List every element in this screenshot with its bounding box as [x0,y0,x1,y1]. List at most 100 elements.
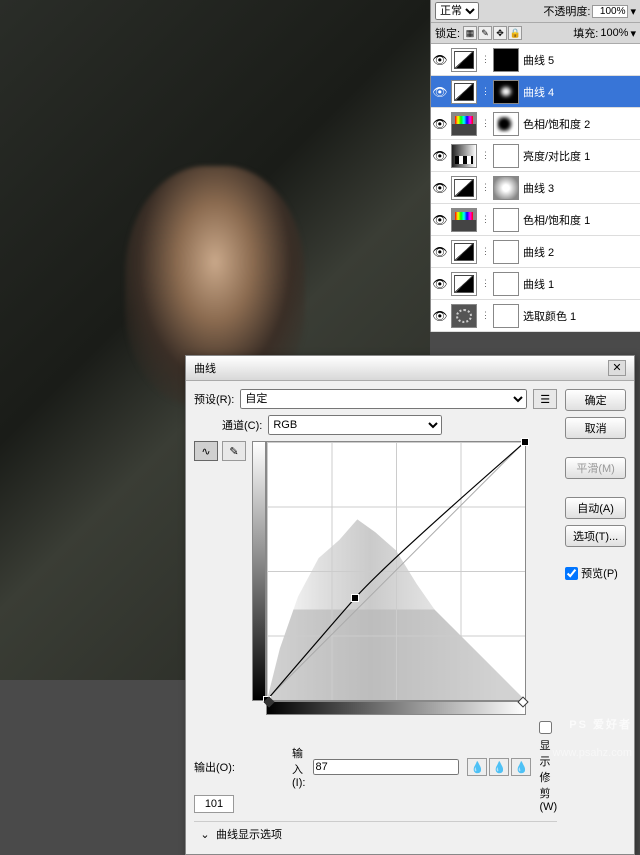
layer-row[interactable]: 👁 ⋮ 亮度/对比度 1 [431,140,640,172]
auto-button[interactable]: 自动(A) [565,497,626,519]
pencil-tool-icon[interactable]: ✎ [222,441,246,461]
fill-value[interactable]: 100% [600,27,628,39]
chevron-down-icon[interactable]: ▾ [630,5,636,18]
curve-point-selected[interactable] [351,594,359,602]
layer-name: 曲线 2 [523,244,554,260]
adjustment-thumb[interactable] [451,80,477,104]
layer-row[interactable]: 👁 ⋮ 色相/饱和度 1 [431,204,640,236]
preset-menu-icon[interactable]: ☰ [533,389,557,409]
show-clipping-checkbox[interactable]: 显示修剪(W) [539,721,557,813]
link-icon: ⋮ [481,150,489,161]
opacity-value[interactable]: 100% [592,5,628,18]
visibility-icon[interactable]: 👁 [433,85,447,99]
output-gradient [252,441,266,701]
layer-mask-thumb[interactable] [493,48,519,72]
layer-name: 曲线 5 [523,52,554,68]
curve-line [267,442,525,700]
eyedropper-black-icon[interactable]: 💧 [467,758,487,776]
output-label: 输出(O): [194,759,235,775]
adjustment-thumb[interactable] [451,144,477,168]
input-label: 输入(I): [292,745,305,789]
channel-label: 通道(C): [222,417,262,433]
lock-position-icon[interactable]: ✥ [493,26,507,40]
link-icon: ⋮ [481,182,489,193]
visibility-icon[interactable]: 👁 [433,213,447,227]
chevron-down-icon: ⌄ [198,827,212,841]
layer-mask-thumb[interactable] [493,112,519,136]
lock-transparency-icon[interactable]: ▦ [463,26,477,40]
layer-name: 选取颜色 1 [523,308,576,324]
dialog-titlebar[interactable]: 曲线 ✕ [186,356,634,381]
preset-select[interactable]: 自定 [240,389,527,409]
visibility-icon[interactable]: 👁 [433,309,447,323]
adjustment-thumb[interactable] [451,208,477,232]
dialog-title: 曲线 [194,360,216,376]
layer-row[interactable]: 👁 ⋮ 曲线 2 [431,236,640,268]
adjustment-thumb[interactable] [451,48,477,72]
visibility-icon[interactable]: 👁 [433,181,447,195]
layer-name: 曲线 3 [523,180,554,196]
link-icon: ⋮ [481,246,489,257]
visibility-icon[interactable]: 👁 [433,117,447,131]
visibility-icon[interactable]: 👁 [433,53,447,67]
cancel-button[interactable]: 取消 [565,417,626,439]
preview-checkbox[interactable]: 预览(P) [565,565,626,581]
layer-mask-thumb[interactable] [493,144,519,168]
lock-label: 锁定: [435,25,460,41]
layer-name: 色相/饱和度 1 [523,212,590,228]
layer-list: 👁⋮曲线 5👁⋮曲线 4👁⋮色相/饱和度 2👁⋮亮度/对比度 1👁⋮曲线 3👁⋮… [431,44,640,332]
layer-row[interactable]: 👁 ⋮ 曲线 1 [431,268,640,300]
adjustment-thumb[interactable] [451,112,477,136]
close-icon[interactable]: ✕ [608,360,626,376]
layer-name: 曲线 1 [523,276,554,292]
layer-mask-thumb[interactable] [493,272,519,296]
ok-button[interactable]: 确定 [565,389,626,411]
layer-name: 亮度/对比度 1 [523,148,590,164]
visibility-icon[interactable]: 👁 [433,149,447,163]
layer-row[interactable]: 👁⋮曲线 4 [431,76,640,108]
link-icon: ⋮ [481,118,489,129]
curve-point[interactable] [521,438,529,446]
lock-row: 锁定: ▦ ✎ ✥ 🔒 填充: 100% ▾ [431,23,640,44]
output-input[interactable] [194,795,234,813]
watermark-brand: PS 爱好者 [569,712,632,733]
lock-paint-icon[interactable]: ✎ [478,26,492,40]
curve-graph[interactable] [266,441,526,701]
channel-select[interactable]: RGB [268,415,442,435]
adjustment-thumb[interactable] [451,240,477,264]
opacity-label: 不透明度: [543,3,590,19]
layer-row[interactable]: 👁 ⋮ 曲线 3 [431,172,640,204]
eyedropper-gray-icon[interactable]: 💧 [489,758,509,776]
layer-mask-thumb[interactable] [493,176,519,200]
input-input[interactable] [313,759,459,775]
curve-display-options[interactable]: ⌄ 曲线显示选项 [194,821,557,846]
link-icon: ⋮ [481,214,489,225]
link-icon: ⋮ [481,278,489,289]
curves-dialog: 曲线 ✕ 预设(R): 自定 ☰ 通道(C): RGB ∿ ✎ [185,355,635,855]
blend-mode-select[interactable]: 正常 [435,2,479,20]
layers-panel: 正常 不透明度: 100% ▾ 锁定: ▦ ✎ ✥ 🔒 填充: 100% ▾ 👁… [430,0,640,332]
layer-mask-thumb[interactable] [493,304,519,328]
lock-all-icon[interactable]: 🔒 [508,26,522,40]
smooth-button: 平滑(M) [565,457,626,479]
preset-label: 预设(R): [194,391,234,407]
adjustment-thumb[interactable] [451,272,477,296]
layer-row[interactable]: 👁⋮曲线 5 [431,44,640,76]
visibility-icon[interactable]: 👁 [433,277,447,291]
layer-row[interactable]: 👁 ⋮ 色相/饱和度 2 [431,108,640,140]
adjustment-thumb[interactable] [451,176,477,200]
curve-tool-icon[interactable]: ∿ [194,441,218,461]
chevron-down-icon[interactable]: ▾ [630,27,636,40]
layer-mask-thumb[interactable] [493,208,519,232]
layer-row[interactable]: 👁 ⋮ 选取颜色 1 [431,300,640,332]
options-button[interactable]: 选项(T)... [565,525,626,547]
adjustment-thumb[interactable] [451,304,477,328]
layer-mask-thumb[interactable] [493,80,519,104]
visibility-icon[interactable]: 👁 [433,245,447,259]
layer-name: 曲线 4 [523,84,554,100]
layer-name: 色相/饱和度 2 [523,116,590,132]
eyedropper-white-icon[interactable]: 💧 [511,758,531,776]
input-gradient [266,701,526,715]
layer-mask-thumb[interactable] [493,240,519,264]
link-icon: ⋮ [481,310,489,321]
